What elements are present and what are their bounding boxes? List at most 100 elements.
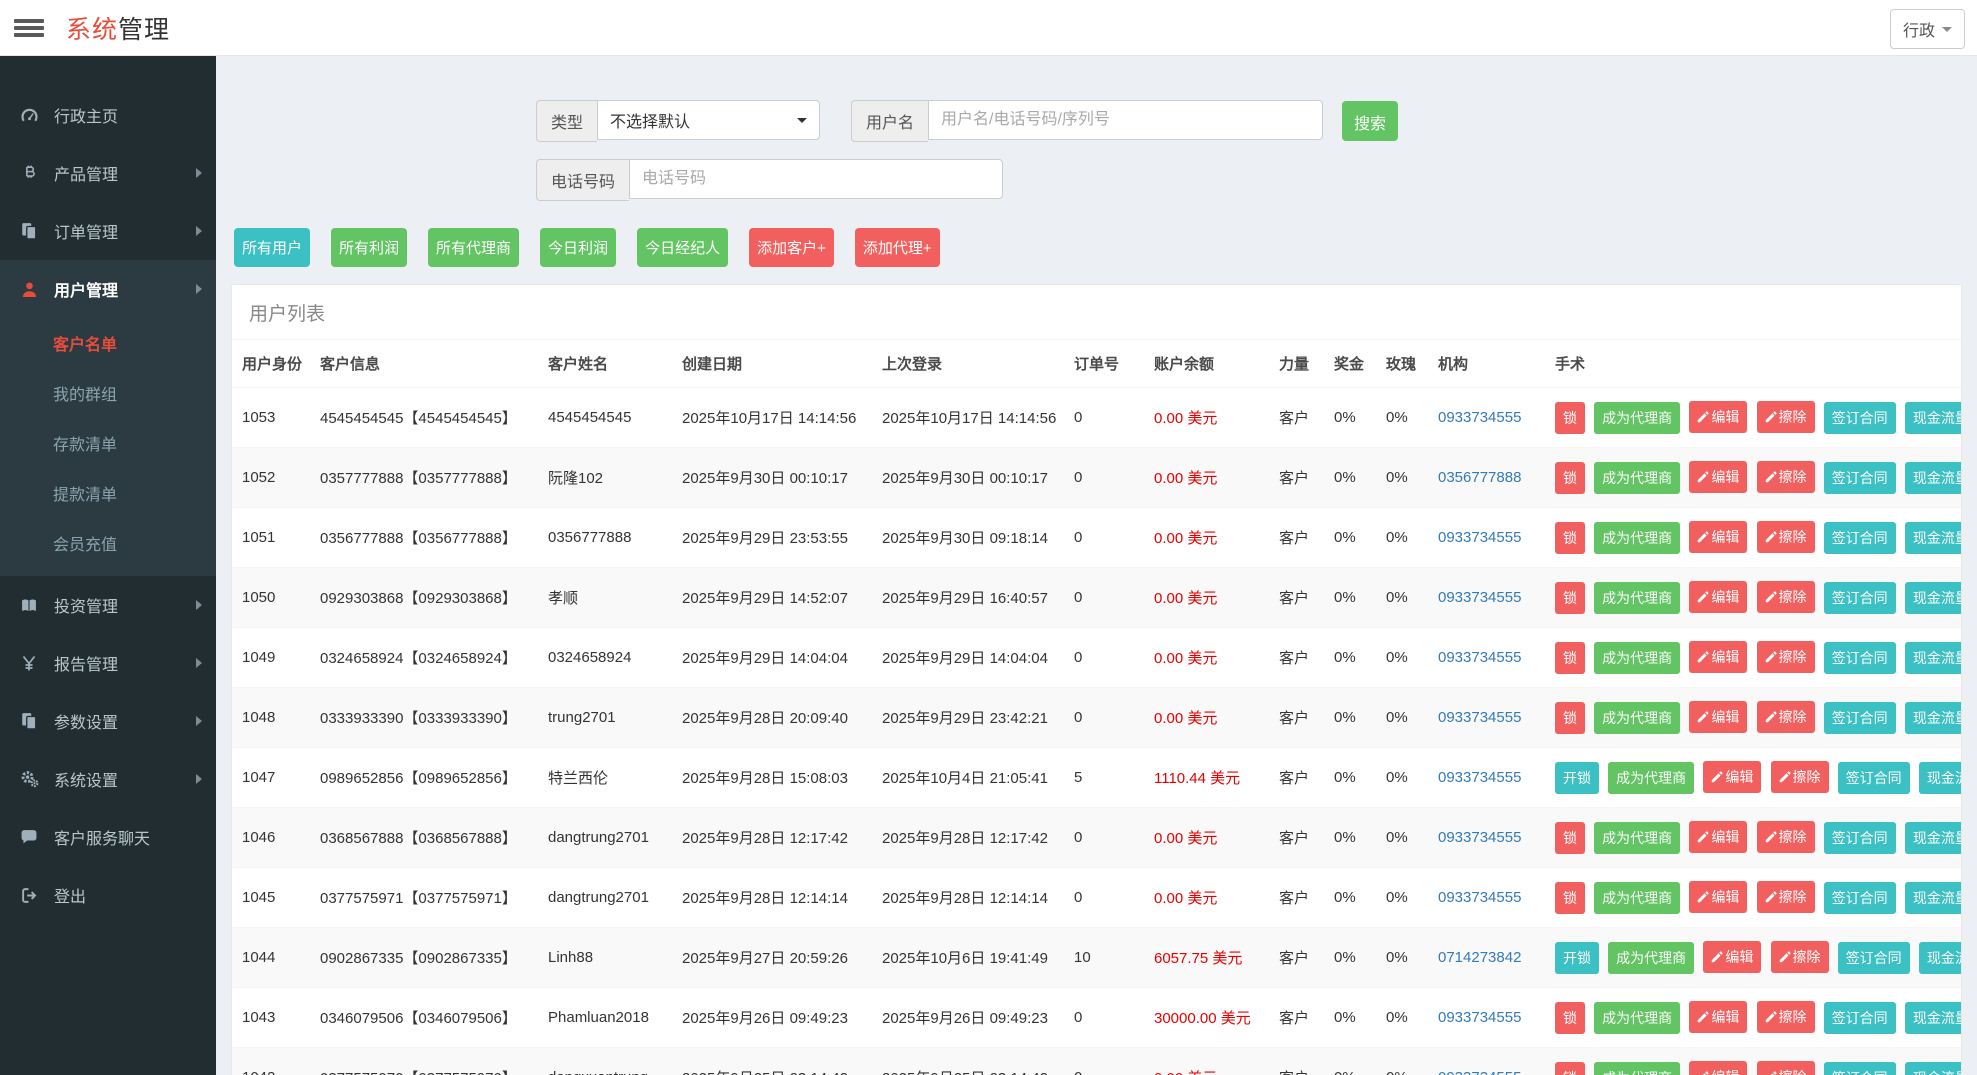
edit-button[interactable]: 编辑 — [1689, 881, 1747, 913]
type-select[interactable]: 不选择默认 — [597, 100, 820, 140]
organization-link[interactable]: 0933734555 — [1438, 1069, 1521, 1075]
cashflow-button[interactable]: 现金流量表 — [1905, 462, 1961, 494]
action-button[interactable]: 今日利润 — [540, 228, 616, 267]
hamburger-icon[interactable] — [14, 17, 44, 39]
sign-contract-button[interactable]: 签订合同 — [1824, 822, 1896, 854]
erase-button[interactable]: 擦除 — [1757, 401, 1815, 433]
cashflow-button[interactable]: 现金流量表 — [1905, 402, 1961, 434]
become-agent-button[interactable]: 成为代理商 — [1594, 1002, 1680, 1034]
lock-button[interactable]: 锁 — [1555, 882, 1585, 914]
erase-button[interactable]: 擦除 — [1757, 461, 1815, 493]
username-input[interactable] — [928, 100, 1323, 140]
edit-button[interactable]: 编辑 — [1703, 761, 1761, 793]
sign-contract-button[interactable]: 签订合同 — [1824, 1002, 1896, 1034]
cashflow-button[interactable]: 现金流量表 — [1919, 762, 1961, 794]
become-agent-button[interactable]: 成为代理商 — [1594, 522, 1680, 554]
search-button[interactable]: 搜索 — [1342, 101, 1398, 141]
sidebar-item-withdraw-list[interactable]: 提款清单 — [0, 468, 216, 518]
organization-link[interactable]: 0933734555 — [1438, 649, 1521, 666]
become-agent-button[interactable]: 成为代理商 — [1608, 942, 1694, 974]
organization-link[interactable]: 0933734555 — [1438, 1009, 1521, 1026]
become-agent-button[interactable]: 成为代理商 — [1594, 882, 1680, 914]
sidebar-item-products[interactable]: 产品管理 — [0, 144, 216, 202]
organization-link[interactable]: 0933734555 — [1438, 589, 1521, 606]
cashflow-button[interactable]: 现金流量表 — [1905, 1062, 1961, 1075]
cashflow-button[interactable]: 现金流量表 — [1905, 522, 1961, 554]
cashflow-button[interactable]: 现金流量表 — [1905, 822, 1961, 854]
lock-button[interactable]: 开锁 — [1555, 942, 1599, 974]
organization-link[interactable]: 0933734555 — [1438, 709, 1521, 726]
sign-contract-button[interactable]: 签订合同 — [1838, 762, 1910, 794]
edit-button[interactable]: 编辑 — [1689, 401, 1747, 433]
sign-contract-button[interactable]: 签订合同 — [1824, 402, 1896, 434]
sidebar-item-parameters[interactable]: 参数设置 — [0, 692, 216, 750]
cashflow-button[interactable]: 现金流量表 — [1905, 882, 1961, 914]
edit-button[interactable]: 编辑 — [1689, 641, 1747, 673]
action-button[interactable]: 所有用户 — [234, 228, 310, 267]
edit-button[interactable]: 编辑 — [1703, 941, 1761, 973]
lock-button[interactable]: 锁 — [1555, 582, 1585, 614]
cashflow-button[interactable]: 现金流量表 — [1905, 582, 1961, 614]
edit-button[interactable]: 编辑 — [1689, 461, 1747, 493]
lock-button[interactable]: 锁 — [1555, 1002, 1585, 1034]
become-agent-button[interactable]: 成为代理商 — [1608, 762, 1694, 794]
admin-user-dropdown[interactable]: 行政 — [1890, 9, 1965, 49]
edit-button[interactable]: 编辑 — [1689, 581, 1747, 613]
action-button[interactable]: 所有利润 — [331, 228, 407, 267]
sign-contract-button[interactable]: 签订合同 — [1824, 522, 1896, 554]
become-agent-button[interactable]: 成为代理商 — [1594, 402, 1680, 434]
erase-button[interactable]: 擦除 — [1757, 1001, 1815, 1033]
action-button[interactable]: 添加代理+ — [855, 228, 940, 267]
lock-button[interactable]: 锁 — [1555, 402, 1585, 434]
lock-button[interactable]: 开锁 — [1555, 762, 1599, 794]
sidebar-item-users[interactable]: 用户管理 — [0, 260, 216, 318]
erase-button[interactable]: 擦除 — [1757, 641, 1815, 673]
erase-button[interactable]: 擦除 — [1757, 1061, 1815, 1075]
edit-button[interactable]: 编辑 — [1689, 821, 1747, 853]
lock-button[interactable]: 锁 — [1555, 642, 1585, 674]
organization-link[interactable]: 0933734555 — [1438, 769, 1521, 786]
lock-button[interactable]: 锁 — [1555, 1062, 1585, 1075]
erase-button[interactable]: 擦除 — [1757, 821, 1815, 853]
sign-contract-button[interactable]: 签订合同 — [1824, 1062, 1896, 1075]
lock-button[interactable]: 锁 — [1555, 522, 1585, 554]
become-agent-button[interactable]: 成为代理商 — [1594, 582, 1680, 614]
cashflow-button[interactable]: 现金流量表 — [1919, 942, 1961, 974]
sidebar-item-customer-list[interactable]: 客户名单 — [0, 318, 216, 368]
become-agent-button[interactable]: 成为代理商 — [1594, 642, 1680, 674]
organization-link[interactable]: 0933734555 — [1438, 889, 1521, 906]
organization-link[interactable]: 0933734555 — [1438, 409, 1521, 426]
erase-button[interactable]: 擦除 — [1771, 761, 1829, 793]
action-button[interactable]: 所有代理商 — [428, 228, 519, 267]
become-agent-button[interactable]: 成为代理商 — [1594, 1062, 1680, 1075]
sidebar-item-investment[interactable]: 投资管理 — [0, 576, 216, 634]
sign-contract-button[interactable]: 签订合同 — [1824, 642, 1896, 674]
lock-button[interactable]: 锁 — [1555, 462, 1585, 494]
action-button[interactable]: 今日经纪人 — [637, 228, 728, 267]
erase-button[interactable]: 擦除 — [1771, 941, 1829, 973]
lock-button[interactable]: 锁 — [1555, 702, 1585, 734]
edit-button[interactable]: 编辑 — [1689, 701, 1747, 733]
phone-input[interactable] — [629, 159, 1003, 199]
sidebar-item-system-settings[interactable]: 系统设置 — [0, 750, 216, 808]
sidebar-item-deposit-list[interactable]: 存款清单 — [0, 418, 216, 468]
sign-contract-button[interactable]: 签订合同 — [1838, 942, 1910, 974]
action-button[interactable]: 添加客户+ — [749, 228, 834, 267]
erase-button[interactable]: 擦除 — [1757, 701, 1815, 733]
erase-button[interactable]: 擦除 — [1757, 881, 1815, 913]
sidebar-item-orders[interactable]: 订单管理 — [0, 202, 216, 260]
become-agent-button[interactable]: 成为代理商 — [1594, 702, 1680, 734]
become-agent-button[interactable]: 成为代理商 — [1594, 822, 1680, 854]
sign-contract-button[interactable]: 签订合同 — [1824, 882, 1896, 914]
edit-button[interactable]: 编辑 — [1689, 1061, 1747, 1075]
sign-contract-button[interactable]: 签订合同 — [1824, 582, 1896, 614]
sidebar-item-member-recharge[interactable]: 会员充值 — [0, 518, 216, 568]
sign-contract-button[interactable]: 签订合同 — [1824, 462, 1896, 494]
erase-button[interactable]: 擦除 — [1757, 521, 1815, 553]
sidebar-item-customer-chat[interactable]: 客户服务聊天 — [0, 808, 216, 866]
organization-link[interactable]: 0933734555 — [1438, 529, 1521, 546]
cashflow-button[interactable]: 现金流量表 — [1905, 642, 1961, 674]
organization-link[interactable]: 0356777888 — [1438, 469, 1521, 486]
sidebar-item-logout[interactable]: 登出 — [0, 866, 216, 924]
organization-link[interactable]: 0714273842 — [1438, 949, 1521, 966]
